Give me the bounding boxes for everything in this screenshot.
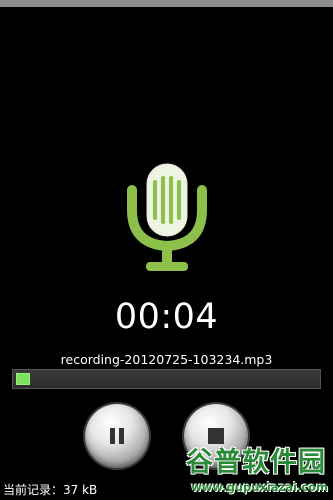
elapsed-time: 00:04 xyxy=(114,297,219,337)
recording-progress-bar xyxy=(12,369,321,389)
progress-fill xyxy=(16,373,30,385)
current-record-size: 当前记录：37 kB xyxy=(3,483,98,497)
watermark-title: 谷普软件园 xyxy=(186,447,326,478)
pause-button[interactable] xyxy=(85,404,149,468)
watermark-url: www.gupuxiazai.com xyxy=(191,480,328,494)
microphone-icon xyxy=(127,163,207,271)
pause-icon xyxy=(110,428,124,444)
watermark: 谷普软件园 www.gupuxiazai.com xyxy=(164,448,330,498)
recorder-screen: 00:04 recording-20120725-103234.mp3 谷普软件… xyxy=(0,0,333,500)
status-bar xyxy=(0,0,333,7)
recording-file-name: recording-20120725-103234.mp3 xyxy=(60,352,273,367)
